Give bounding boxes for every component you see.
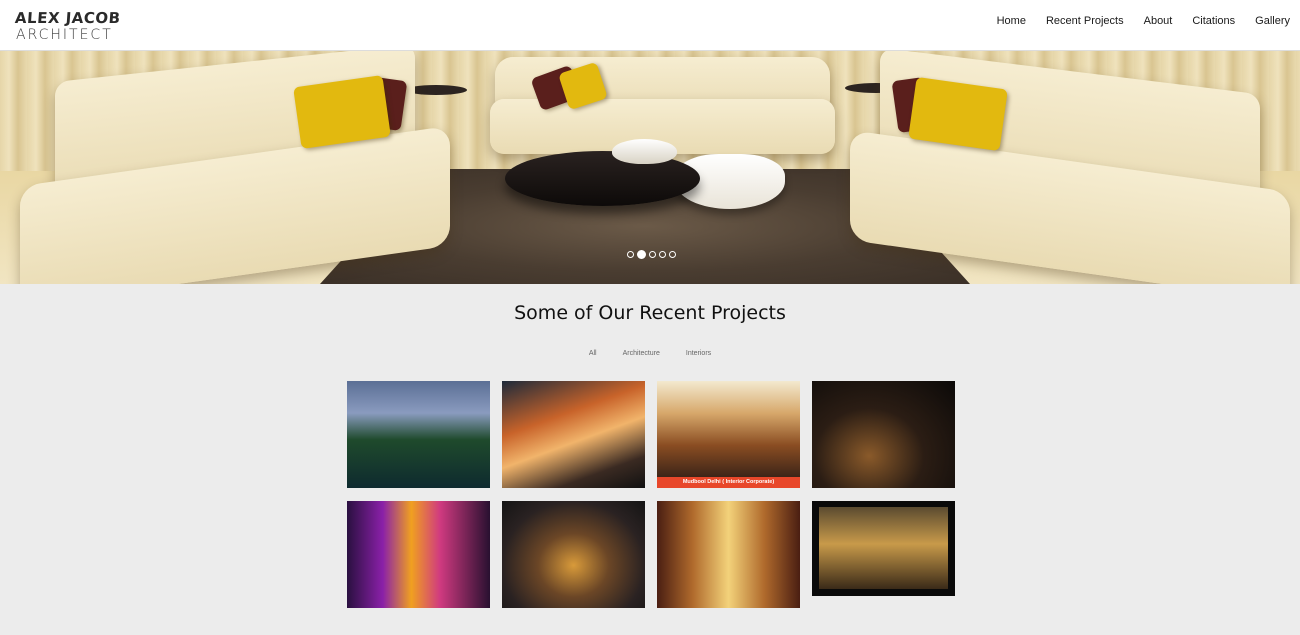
project-tile[interactable] bbox=[347, 381, 490, 488]
project-tile[interactable] bbox=[347, 501, 490, 608]
nav-gallery[interactable]: Gallery bbox=[1245, 15, 1300, 27]
slider-dots bbox=[627, 250, 676, 259]
project-tile[interactable] bbox=[812, 381, 955, 488]
filter-all[interactable]: All bbox=[589, 350, 597, 357]
slider-dot[interactable] bbox=[659, 251, 666, 258]
hero-image-pillow bbox=[293, 75, 391, 149]
section-title: Some of Our Recent Projects bbox=[514, 302, 786, 324]
slider-dot[interactable] bbox=[649, 251, 656, 258]
project-image bbox=[819, 507, 948, 589]
hero-image-pillow bbox=[908, 76, 1008, 152]
hero-image-bowl bbox=[612, 139, 677, 164]
nav-citations[interactable]: Citations bbox=[1182, 15, 1245, 27]
nav-recent-projects[interactable]: Recent Projects bbox=[1036, 15, 1134, 27]
slider-dot[interactable] bbox=[669, 251, 676, 258]
logo-tagline: ARCHITECT bbox=[16, 27, 113, 43]
slider-dot[interactable] bbox=[627, 251, 634, 258]
project-tile[interactable] bbox=[502, 381, 645, 488]
hero-slider[interactable] bbox=[0, 51, 1300, 284]
site-header: ALEX JACOB ARCHITECT Home Recent Project… bbox=[0, 0, 1300, 51]
project-tile[interactable] bbox=[502, 501, 645, 608]
project-caption: Mudbool Delhi ( Interior Corporate) bbox=[657, 477, 800, 488]
nav-about[interactable]: About bbox=[1134, 15, 1183, 27]
filter-interiors[interactable]: Interiors bbox=[686, 350, 711, 357]
filter-architecture[interactable]: Architecture bbox=[623, 350, 660, 357]
slider-dot-active[interactable] bbox=[637, 250, 646, 259]
project-tile[interactable] bbox=[812, 501, 955, 596]
project-tile[interactable]: Mudbool Delhi ( Interior Corporate) bbox=[657, 381, 800, 488]
nav-home[interactable]: Home bbox=[987, 15, 1036, 27]
project-tile[interactable] bbox=[657, 501, 800, 608]
site-logo[interactable]: ALEX JACOB ARCHITECT bbox=[14, 9, 140, 44]
project-filters: All Architecture Interiors bbox=[0, 350, 1300, 357]
logo-name: ALEX JACOB bbox=[14, 9, 122, 27]
main-nav: Home Recent Projects About Citations Gal… bbox=[987, 0, 1300, 42]
